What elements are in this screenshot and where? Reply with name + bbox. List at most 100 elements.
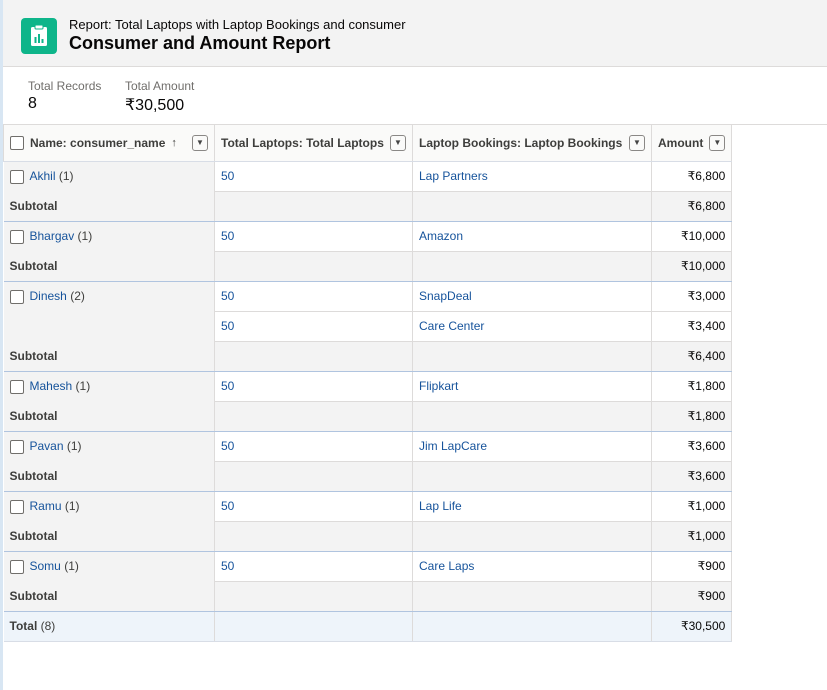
column-label-total-laptops[interactable]: Total Laptops: Total Laptops (221, 136, 384, 150)
row-checkbox[interactable] (9, 289, 24, 304)
total-count: (8) (40, 619, 56, 633)
consumer-link[interactable]: Somu (30, 559, 61, 573)
column-header-laptop-bookings: Laptop Bookings: Laptop Bookings ▼ (412, 125, 652, 162)
total-laptops-link[interactable]: 50 (221, 439, 234, 453)
group-count: (2) (70, 288, 85, 303)
total-laptops-link[interactable]: 50 (221, 559, 234, 573)
row-checkbox[interactable] (9, 559, 24, 574)
table-row: Akhil (1) 50 Lap Partners ₹6,800 (3, 161, 733, 192)
chevron-down-icon[interactable]: ▼ (709, 134, 726, 151)
group-count: (1) (64, 558, 79, 573)
chevron-down-icon[interactable]: ▼ (390, 134, 406, 151)
laptop-booking-link[interactable]: Care Center (419, 319, 484, 333)
subtotal-row: Subtotal ₹1,000 (3, 521, 733, 552)
table-row: Somu (1) 50 Care Laps ₹900 (3, 551, 733, 582)
consumer-link[interactable]: Ramu (30, 499, 62, 513)
consumer-link[interactable]: Dinesh (30, 289, 67, 303)
row-checkbox[interactable] (9, 229, 24, 244)
subtotal-row: Subtotal ₹10,000 (3, 251, 733, 282)
report-clipboard-icon (21, 18, 57, 54)
amount-cell: ₹6,800 (651, 161, 733, 192)
row-checkbox[interactable] (9, 439, 24, 454)
report-table-container: Name: consumer_name ↑ ▼ Total Laptops: T… (3, 124, 827, 690)
column-label-amount[interactable]: Amount (658, 136, 703, 150)
table-body: Akhil (1) 50 Lap Partners ₹6,800 Subtota… (3, 161, 733, 642)
amount-cell: ₹1,800 (651, 371, 733, 402)
amount-cell: ₹3,000 (651, 281, 733, 312)
table-row: 50 Care Center ₹3,400 (3, 311, 733, 342)
group-name-cell: Somu (1) (3, 551, 215, 581)
consumer-link[interactable]: Akhil (30, 169, 56, 183)
total-amount-metric: Total Amount ₹30,500 (125, 79, 194, 115)
group-name-cell: Pavan (1) (3, 431, 215, 461)
total-amount-value: ₹30,500 (125, 97, 185, 114)
subtotal-label: Subtotal (3, 191, 215, 222)
laptop-booking-link[interactable]: Amazon (419, 229, 463, 243)
sort-ascending-icon[interactable]: ↑ (171, 137, 177, 149)
subtotal-label: Subtotal (3, 521, 215, 552)
select-all-checkbox[interactable] (10, 135, 24, 150)
table-row: Mahesh (1) 50 Flipkart ₹1,800 (3, 371, 733, 402)
column-label-laptop-bookings[interactable]: Laptop Bookings: Laptop Bookings (419, 136, 622, 150)
subtotal-amount: ₹900 (651, 581, 733, 612)
subtotal-label: Subtotal (3, 401, 215, 432)
laptop-booking-link[interactable]: Lap Partners (419, 169, 488, 183)
column-header-amount: Amount ▼ (651, 125, 733, 162)
amount-cell: ₹1,000 (651, 491, 733, 522)
total-label: Total (9, 619, 38, 633)
group-count: (1) (58, 168, 74, 183)
laptop-booking-link[interactable]: Lap Life (419, 499, 462, 513)
subtotal-amount: ₹1,000 (651, 521, 733, 552)
table-row: Pavan (1) 50 Jim LapCare ₹3,600 (3, 431, 733, 462)
total-laptops-link[interactable]: 50 (221, 379, 234, 393)
page-title: Consumer and Amount Report (69, 33, 331, 53)
group-count: (1) (75, 378, 91, 393)
amount-cell: ₹3,400 (651, 311, 733, 342)
consumer-link[interactable]: Pavan (30, 439, 64, 453)
table-row: Ramu (1) 50 Lap Life ₹1,000 (3, 491, 733, 522)
total-records-label: Total Records (28, 79, 102, 93)
column-header-total-laptops: Total Laptops: Total Laptops ▼ (214, 125, 413, 162)
subtotal-amount: ₹3,600 (651, 461, 733, 492)
group-name-cell: Bhargav (1) (3, 221, 215, 251)
total-amount-label: Total Amount (125, 79, 195, 93)
chevron-down-icon[interactable]: ▼ (629, 134, 645, 151)
laptop-booking-link[interactable]: Care Laps (419, 559, 474, 573)
report-table: Name: consumer_name ↑ ▼ Total Laptops: T… (3, 125, 733, 642)
row-checkbox[interactable] (9, 169, 24, 184)
group-name-cell-empty (3, 311, 215, 341)
total-laptops-link[interactable]: 50 (221, 499, 234, 513)
group-name-cell: Dinesh (2) (3, 281, 215, 311)
chevron-down-icon[interactable]: ▼ (192, 134, 208, 151)
subtotal-label: Subtotal (3, 341, 215, 372)
laptop-booking-link[interactable]: Flipkart (419, 379, 458, 393)
subtotal-row: Subtotal ₹900 (3, 581, 733, 612)
report-subtitle: Report: Total Laptops with Laptop Bookin… (69, 17, 406, 32)
group-count: (1) (64, 498, 80, 513)
consumer-link[interactable]: Bhargav (30, 229, 75, 243)
amount-cell: ₹3,600 (651, 431, 733, 462)
amount-cell: ₹900 (651, 551, 733, 582)
total-laptops-link[interactable]: 50 (221, 169, 234, 183)
laptop-booking-link[interactable]: SnapDeal (419, 289, 472, 303)
total-records-metric: Total Records 8 (28, 79, 101, 113)
group-name-cell: Mahesh (1) (3, 371, 215, 401)
column-label-name[interactable]: Name: consumer_name (30, 136, 165, 150)
laptop-booking-link[interactable]: Jim LapCare (419, 439, 487, 453)
total-laptops-link[interactable]: 50 (221, 229, 234, 243)
total-amount: ₹30,500 (651, 611, 733, 642)
group-count: (1) (66, 438, 82, 453)
total-label-cell: Total (8) (3, 611, 215, 642)
total-laptops-link[interactable]: 50 (221, 319, 234, 333)
consumer-link[interactable]: Mahesh (30, 379, 73, 393)
report-summary: Total Records 8 Total Amount ₹30,500 (3, 68, 827, 124)
subtotal-amount: ₹6,800 (651, 191, 733, 222)
table-row: Bhargav (1) 50 Amazon ₹10,000 (3, 221, 733, 252)
row-checkbox[interactable] (9, 379, 24, 394)
total-laptops-link[interactable]: 50 (221, 289, 234, 303)
subtotal-amount: ₹6,400 (651, 341, 733, 372)
subtotal-label: Subtotal (3, 251, 215, 282)
subtotal-row: Subtotal ₹6,800 (3, 191, 733, 222)
row-checkbox[interactable] (9, 499, 24, 514)
subtotal-label: Subtotal (3, 461, 215, 492)
